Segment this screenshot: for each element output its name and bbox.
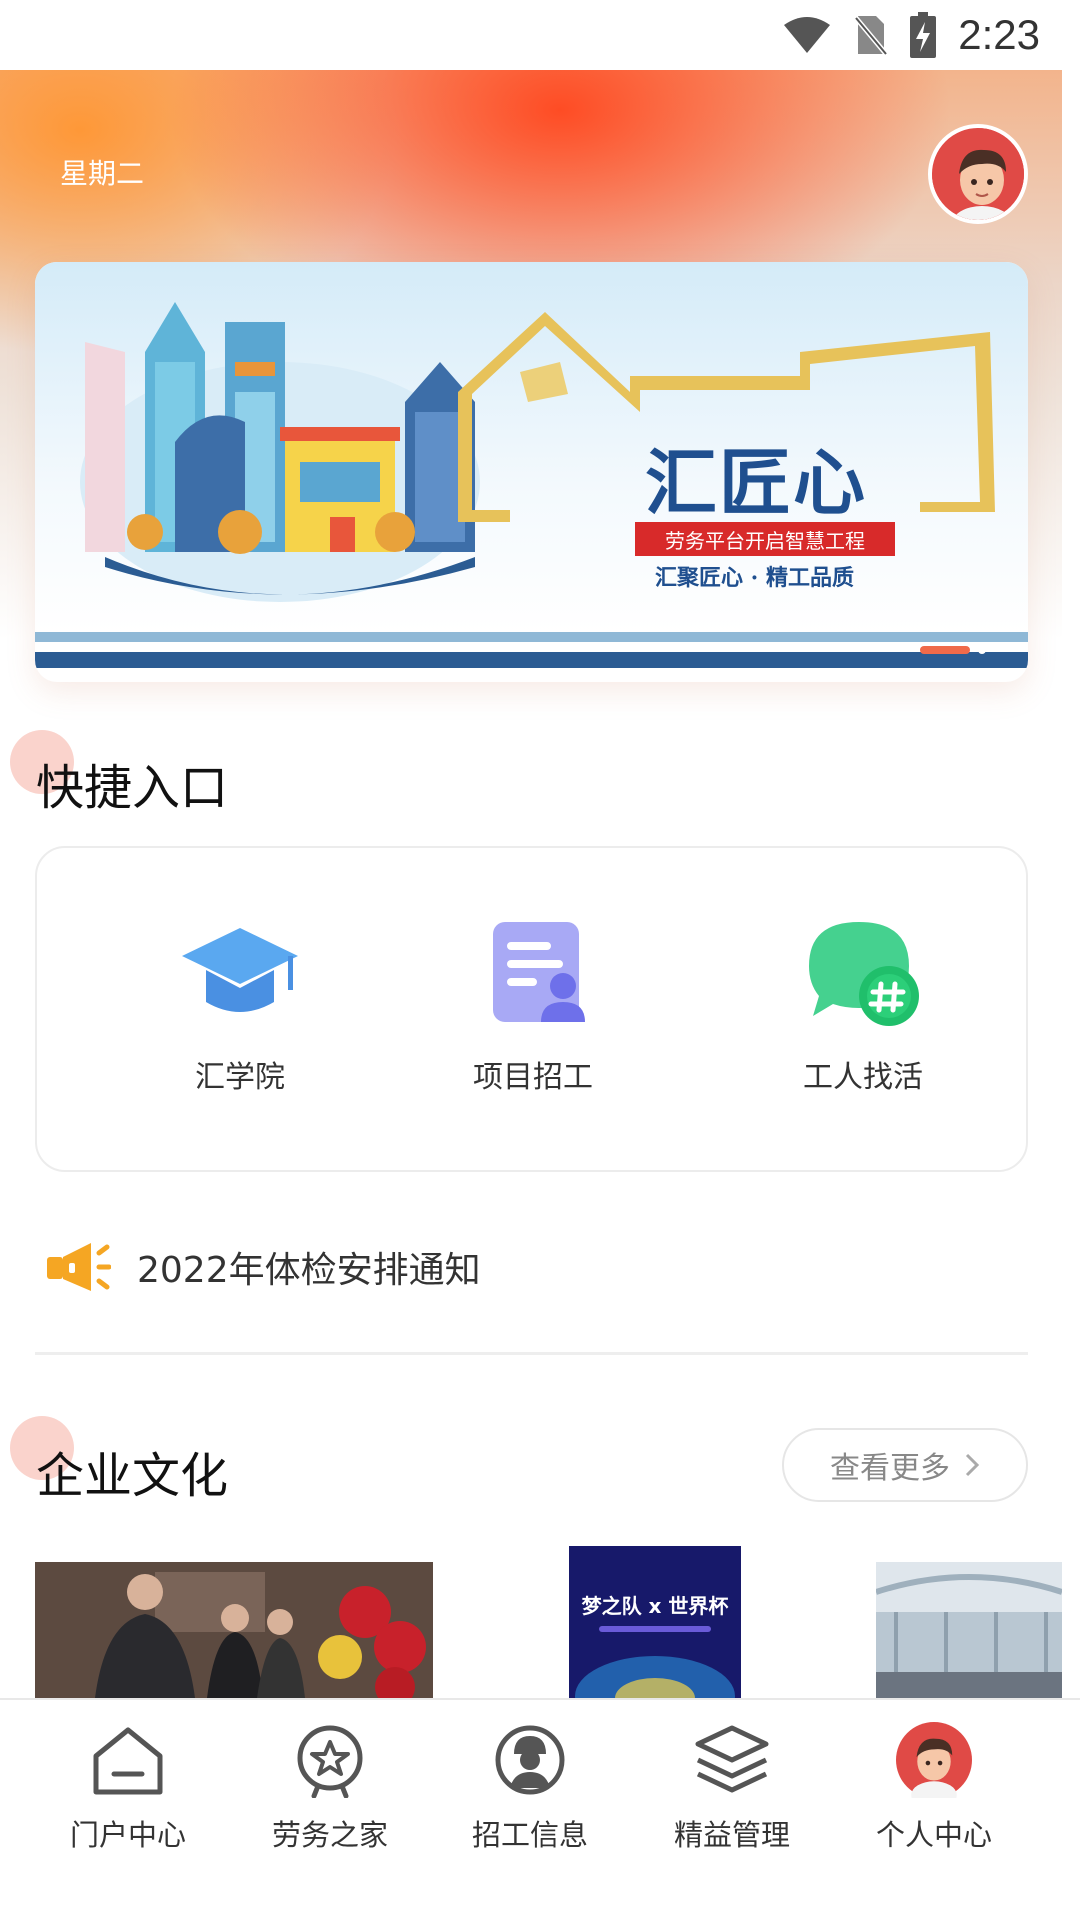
culture-photo-hall[interactable]	[876, 1562, 1062, 1698]
promo-banner[interactable]: 汇匠心 劳务平台开启智慧工程 汇聚匠心 · 精工品质	[35, 262, 1028, 682]
city-illustration	[80, 302, 480, 602]
home-icon	[90, 1722, 166, 1798]
view-more-label: 查看更多	[830, 1451, 950, 1486]
nav-label: 门户中心	[69, 1818, 186, 1852]
avatar-icon	[896, 1722, 972, 1809]
carousel-indicator-active[interactable]	[920, 646, 970, 654]
brand-slogan: 汇聚匠心 · 精工品质	[655, 565, 854, 591]
document-user-icon	[473, 918, 593, 1028]
culture-photo-illustration	[35, 1562, 433, 1698]
user-avatar[interactable]	[928, 124, 1028, 224]
chat-hash-icon	[803, 918, 923, 1028]
banner-stripe	[35, 652, 1028, 668]
nav-item-labor-home[interactable]: 劳务之家	[230, 1722, 430, 1872]
quick-item-label: 工人找活	[803, 1060, 923, 1095]
quick-item-label: 汇学院	[195, 1060, 285, 1095]
worker-icon	[492, 1722, 568, 1798]
culture-title: 企业文化	[36, 1448, 229, 1504]
battery-charging-icon	[910, 12, 937, 58]
nav-item-lean-management[interactable]: 精益管理	[632, 1722, 832, 1872]
nav-label: 精益管理	[673, 1818, 790, 1852]
culture-photo-event[interactable]	[35, 1562, 433, 1698]
layers-icon	[694, 1722, 770, 1798]
chevron-right-icon	[965, 1453, 980, 1477]
nav-item-personal-center[interactable]: 个人中心	[834, 1722, 1034, 1872]
nav-label: 劳务之家	[271, 1818, 388, 1852]
view-more-button[interactable]: 查看更多	[782, 1428, 1028, 1502]
divider	[35, 1352, 1028, 1355]
quick-entry-title: 快捷入口	[36, 760, 229, 816]
nav-label: 招工信息	[471, 1818, 588, 1852]
quick-item-project-recruit[interactable]: 项目招工	[413, 918, 653, 1118]
hall-photo-illustration	[876, 1562, 1062, 1698]
nav-item-recruit-info[interactable]: 招工信息	[430, 1722, 630, 1872]
star-badge-icon	[292, 1722, 368, 1799]
nav-label: 个人中心	[875, 1818, 992, 1852]
status-time: 2:23	[958, 11, 1040, 58]
poster-illustration	[569, 1546, 741, 1698]
quick-item-worker-find-job[interactable]: 工人找活	[743, 918, 983, 1118]
notice-bar[interactable]: 2022年体检安排通知	[45, 1232, 481, 1302]
quick-item-label: 项目招工	[473, 1060, 593, 1095]
status-bar: 2:23	[0, 0, 1080, 70]
bottom-navigation: 门户中心 劳务之家 招工信息 精益管理 个人中心	[0, 1698, 1080, 1920]
quick-item-academy[interactable]: 汇学院	[120, 918, 360, 1118]
wifi-icon	[784, 17, 831, 53]
status-icons: 2:23	[782, 10, 1040, 60]
carousel-indicator[interactable]	[978, 646, 986, 654]
nav-item-portal[interactable]: 门户中心	[28, 1722, 228, 1872]
brand-subtitle: 劳务平台开启智慧工程	[635, 522, 895, 556]
megaphone-icon	[47, 1243, 111, 1291]
quick-entry-card: 汇学院 项目招工 工人找活	[35, 846, 1028, 1172]
notice-text: 2022年体检安排通知	[137, 1250, 481, 1291]
banner-stripe	[35, 632, 1028, 642]
culture-poster[interactable]: 梦之队 x 世界杯	[569, 1546, 741, 1698]
graduation-cap-icon	[180, 918, 300, 1028]
weekday-label: 星期二	[60, 157, 145, 190]
no-sim-icon	[854, 16, 889, 56]
poster-title: 梦之队 x 世界杯	[581, 1594, 729, 1618]
brand-title: 汇匠心	[645, 440, 868, 525]
